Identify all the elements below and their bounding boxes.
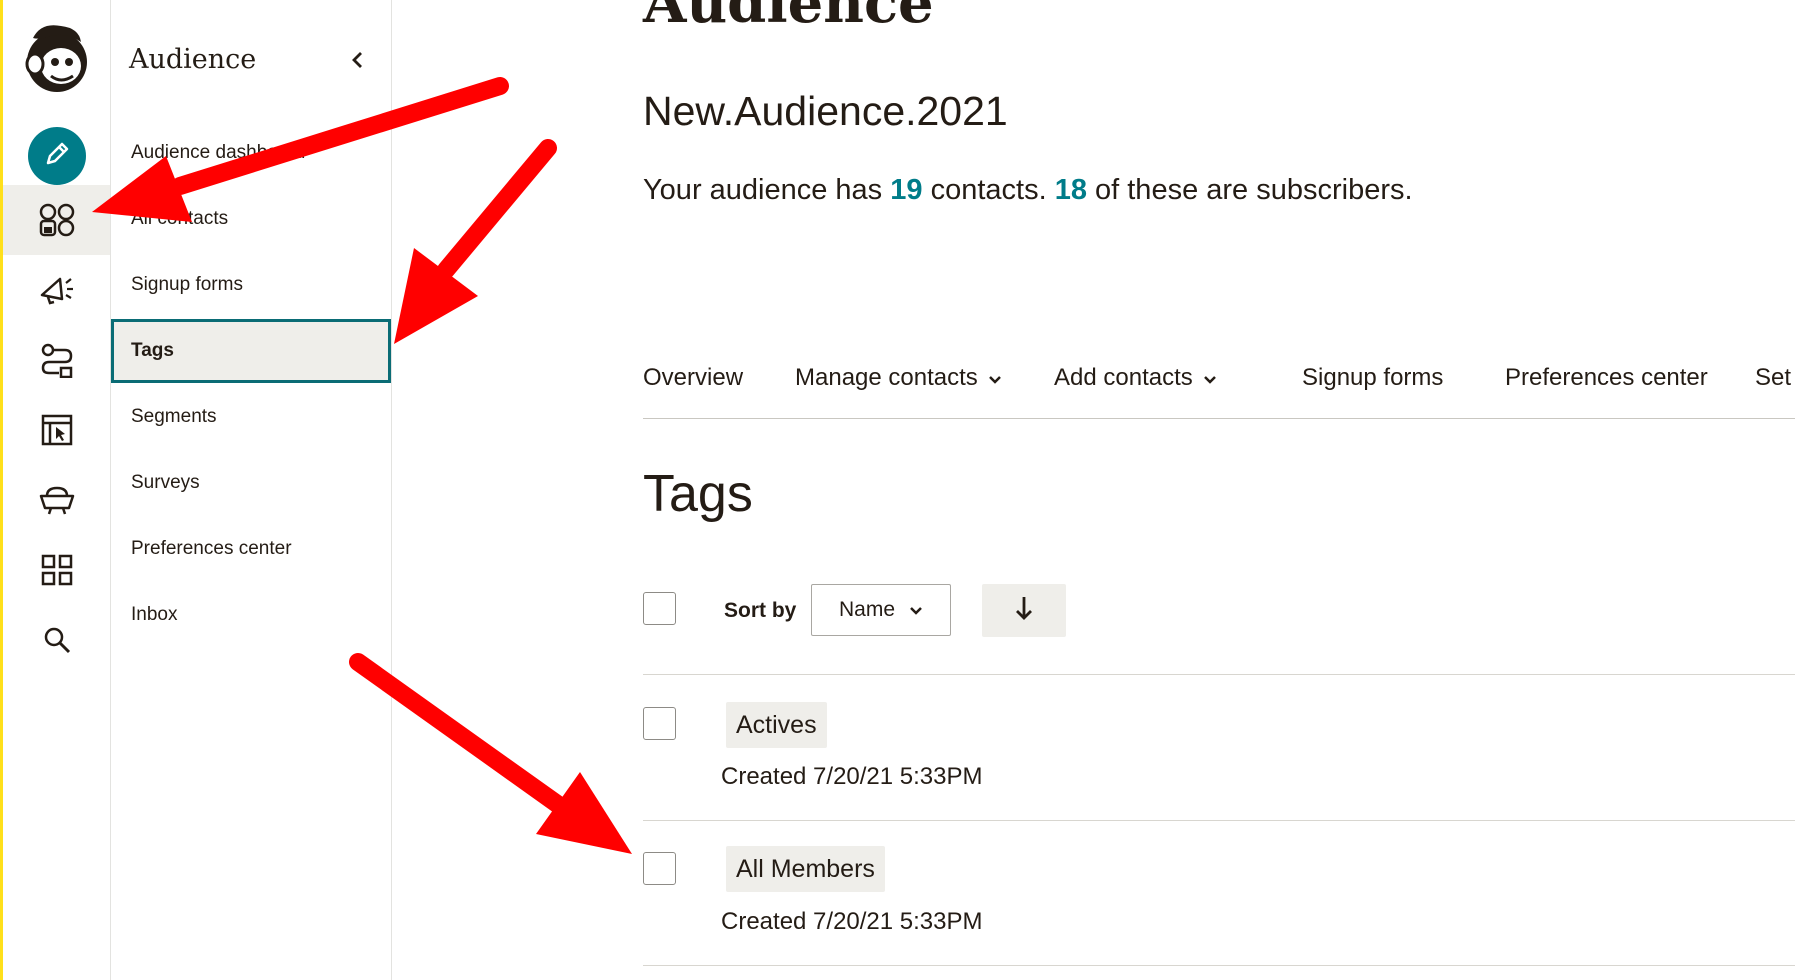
automations-icon [39, 342, 75, 378]
rail-website-button[interactable] [3, 395, 110, 465]
subnav-item-inbox[interactable]: Inbox [111, 583, 391, 647]
primary-nav-rail [3, 0, 111, 980]
tab-label: Overview [643, 364, 744, 391]
pencil-icon [42, 139, 72, 174]
chevron-down-icon [1203, 364, 1217, 392]
rail-audience-button[interactable] [3, 185, 110, 255]
list-divider [643, 820, 1795, 821]
subnav-item-audience-dashboard[interactable]: Audience dashboard [111, 121, 391, 185]
website-icon [40, 413, 74, 447]
grid-icon [40, 553, 74, 587]
search-icon [42, 625, 72, 655]
tab-settings[interactable]: Set [1755, 364, 1791, 392]
collapse-subnav-button[interactable] [341, 46, 373, 78]
sort-direction-button[interactable] [982, 584, 1066, 637]
mailchimp-logo-icon[interactable] [21, 18, 93, 98]
list-divider [643, 965, 1795, 966]
tag-created-date: Created 7/20/21 5:33PM [721, 763, 983, 790]
annotation-arrow-to-tags [394, 139, 557, 344]
subnav-title: Audience [129, 44, 257, 75]
sort-by-label: Sort by [724, 599, 797, 622]
tag-created-date: Created 7/20/21 5:33PM [721, 908, 983, 935]
tab-overview[interactable]: Overview [643, 364, 743, 392]
audience-name: New.Audience.2021 [643, 88, 1008, 134]
subnav-item-tags[interactable]: Tags [111, 319, 391, 383]
rail-campaigns-button[interactable] [3, 255, 110, 325]
tag-name-chip[interactable]: All Members [726, 846, 885, 892]
sort-field-value: Name [838, 598, 896, 621]
summary-prefix: Your audience has [643, 174, 891, 206]
rail-integrations-button[interactable] [3, 535, 110, 605]
megaphone-icon [38, 273, 76, 307]
tab-preferences-center[interactable]: Preferences center [1505, 364, 1708, 392]
chevron-down-icon [988, 364, 1002, 392]
arrow-down-icon [1014, 595, 1034, 626]
tags-heading: Tags [643, 465, 753, 523]
summary-suffix: of these are subscribers. [1086, 174, 1413, 206]
audience-subnav: Audience Audience dashboard All contacts… [111, 0, 392, 980]
tab-manage-contacts[interactable]: Manage contacts [795, 364, 1002, 392]
subnav-item-all-contacts[interactable]: All contacts [111, 187, 391, 251]
page-title: Audience [643, 0, 934, 36]
subnav-item-segments[interactable]: Segments [111, 385, 391, 449]
contacts-count[interactable]: 19 [890, 174, 922, 206]
audience-tabs: Overview Manage contacts Add contacts Si… [643, 362, 1795, 419]
audience-summary: Your audience has 19 contacts. 18 of the… [643, 174, 1413, 207]
rail-search-button[interactable] [3, 605, 110, 675]
tab-label: Set [1755, 364, 1792, 391]
tab-label: Preferences center [1505, 364, 1708, 391]
subscribers-count[interactable]: 18 [1055, 174, 1087, 206]
main-content: Audience New.Audience.2021 Your audience… [643, 0, 1795, 980]
select-all-checkbox[interactable] [643, 592, 676, 625]
tab-label: Add contacts [1054, 364, 1193, 391]
subnav-item-surveys[interactable]: Surveys [111, 451, 391, 515]
chevron-left-icon [349, 50, 365, 75]
audience-icon [38, 201, 76, 239]
annotation-arrow-to-tag-checkbox [349, 653, 632, 854]
summary-middle: contacts. [922, 174, 1055, 206]
rail-content-button[interactable] [3, 465, 110, 535]
create-button[interactable] [28, 127, 86, 185]
rail-automations-button[interactable] [3, 325, 110, 395]
tab-label: Signup forms [1302, 364, 1444, 391]
sort-field-select[interactable]: Name [811, 584, 951, 636]
chevron-down-icon [909, 598, 923, 622]
tab-signup-forms[interactable]: Signup forms [1302, 364, 1443, 392]
tag-row-checkbox[interactable] [643, 852, 676, 885]
list-divider [643, 674, 1795, 675]
subnav-item-signup-forms[interactable]: Signup forms [111, 253, 391, 317]
tab-label: Manage contacts [795, 364, 978, 391]
tag-name-chip[interactable]: Actives [726, 702, 827, 748]
tab-add-contacts[interactable]: Add contacts [1054, 364, 1217, 392]
tag-row-checkbox[interactable] [643, 707, 676, 740]
content-studio-icon [37, 484, 77, 516]
subnav-item-preferences-center[interactable]: Preferences center [111, 517, 391, 581]
